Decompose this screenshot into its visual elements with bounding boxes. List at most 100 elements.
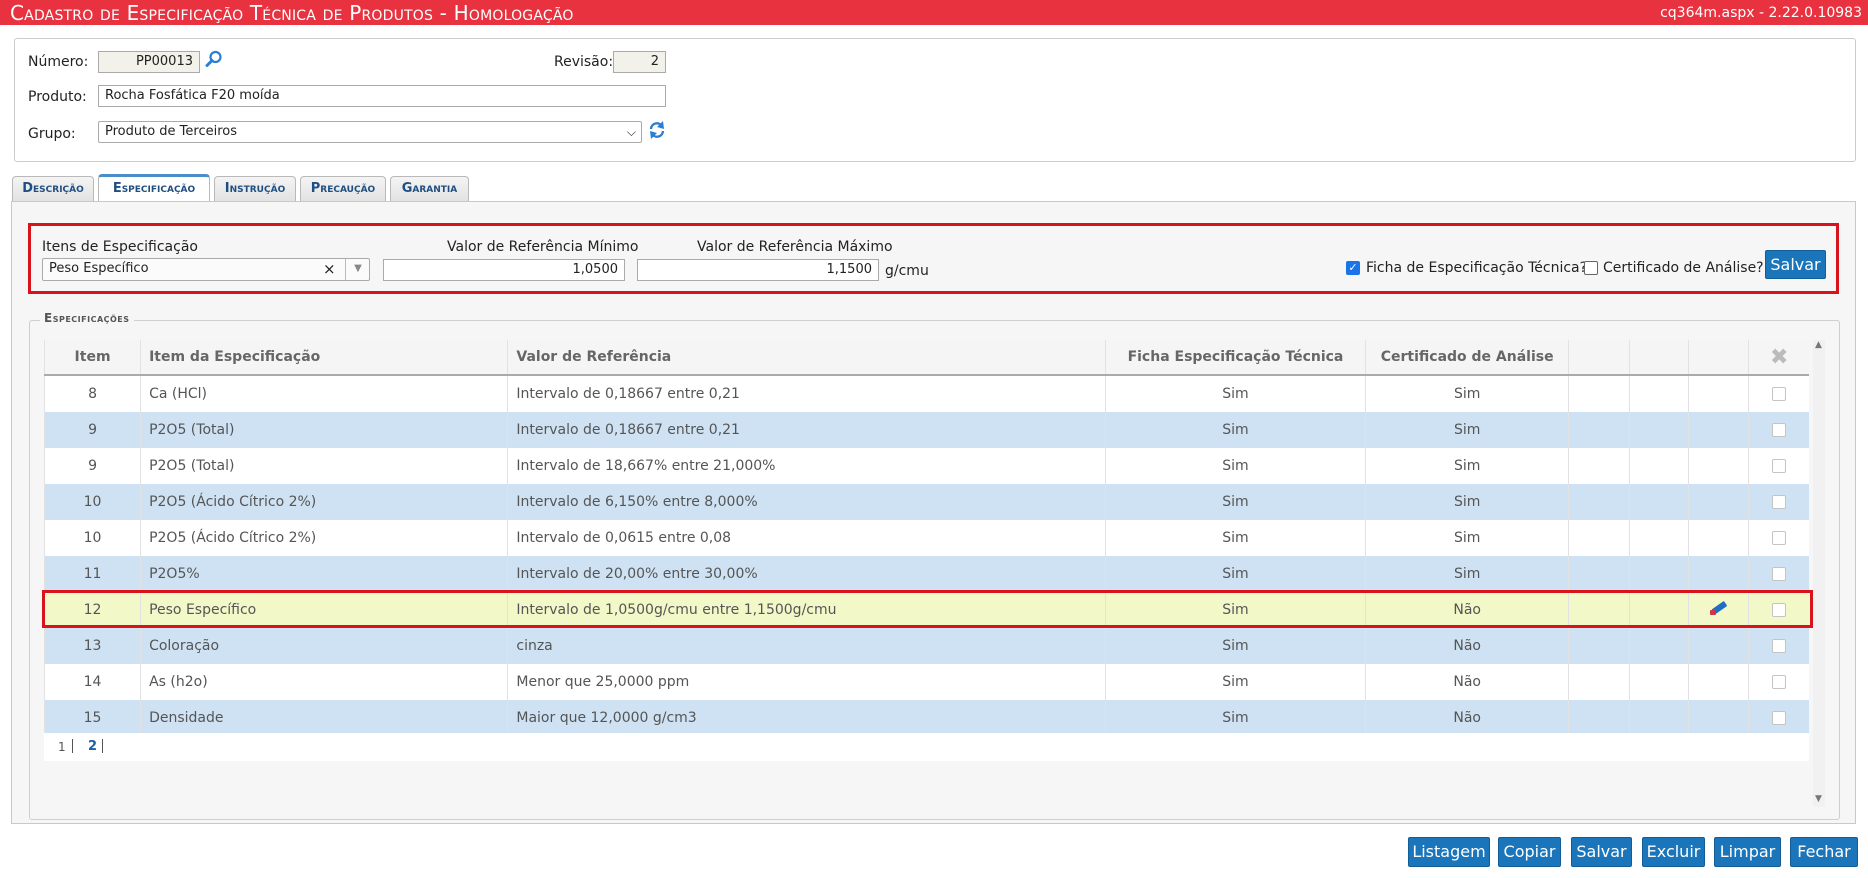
cell-item: 11 [43,556,141,592]
cell-valor-referencia: Intervalo de 6,150% entre 8,000% [507,484,1106,520]
tab-instrucao[interactable]: Instrução [214,176,296,201]
cell-select [1748,412,1809,448]
row-checkbox[interactable] [1772,639,1787,653]
cell-valor-referencia: Intervalo de 0,0615 entre 0,08 [507,520,1106,556]
copiar-button[interactable]: Copiar [1498,837,1561,867]
table-row[interactable]: 15 Densidade Maior que 12,0000 g/cm3 Sim Não [43,700,1809,736]
cell-valor-referencia: Intervalo de 1,0500g/cmu entre 1,1500g/c… [507,592,1106,628]
row-checkbox[interactable] [1772,603,1787,617]
cell-certificado: Não [1365,592,1569,628]
chevron-down-icon: ⌵ [626,125,636,139]
cell-item-especificacao: Ca (HCl) [140,375,508,412]
col-item-especificacao[interactable]: Item da Especificação [140,340,508,376]
ficha-checkbox[interactable]: ✓ [1346,261,1360,275]
scroll-down-icon[interactable]: ▼ [1815,794,1822,804]
cell-ficha: Sim [1104,448,1366,484]
revisao-field[interactable]: 2 [613,51,666,73]
cell-item: 14 [43,664,141,700]
cell-edit [1688,556,1749,592]
numero-label: Número: [28,54,89,70]
table-row[interactable]: 10 P2O5 (Ácido Cítrico 2%) Intervalo de 6,… [43,484,1809,520]
cell-ficha: Sim [1104,592,1366,628]
cell-item: 10 [43,484,141,520]
scroll-up-icon[interactable]: ▲ [1815,340,1822,350]
produto-field[interactable]: Rocha Fosfática F20 moída [98,85,666,107]
page-2-link[interactable]: 2 [88,739,97,754]
cell-item-especificacao: P2O5 (Ácido Cítrico 2%) [140,484,508,520]
table-row[interactable]: 10 P2O5 (Ácido Cítrico 2%) Intervalo de 0,… [43,520,1809,556]
listagem-button[interactable]: Listagem [1408,837,1490,867]
search-icon[interactable] [205,50,223,72]
cell-valor-referencia: Menor que 25,0000 ppm [507,664,1106,700]
cell-item-especificacao: P2O5% [140,556,508,592]
scrollbar[interactable]: ▲ ▼ [1813,340,1825,807]
salvar-item-button[interactable]: Salvar [1765,250,1826,279]
cell-certificado: Sim [1365,375,1569,412]
cell-empty [1568,628,1630,664]
cell-certificado: Não [1365,628,1569,664]
max-value-field[interactable]: 1,1500 [637,259,879,281]
itens-combobox-value: Peso Específico [49,261,149,276]
dropdown-arrow-icon[interactable]: ▼ [345,259,369,280]
cell-certificado: Não [1365,700,1569,736]
cell-ficha: Sim [1104,664,1366,700]
col-item[interactable]: Item [43,340,141,376]
cell-select [1748,520,1809,556]
row-checkbox[interactable] [1772,495,1787,509]
table-row-selected[interactable]: 12 Peso Específico Intervalo de 1,0500g/cm… [43,592,1809,628]
cell-valor-referencia: Intervalo de 0,18667 entre 0,21 [507,375,1106,412]
cell-empty [1629,556,1689,592]
cell-empty [1629,664,1689,700]
col-certificado[interactable]: Certificado de Análise [1365,340,1569,376]
excluir-button[interactable]: Excluir [1642,837,1705,867]
cell-empty [1568,412,1630,448]
row-checkbox[interactable] [1772,711,1787,725]
min-value-field[interactable]: 1,0500 [383,259,625,281]
row-checkbox[interactable] [1772,459,1787,473]
cell-select [1748,664,1809,700]
clear-icon[interactable]: × [323,259,336,279]
table-row[interactable]: 9 P2O5 (Total) Intervalo de 0,18667 entre … [43,412,1809,448]
col-empty-1 [1568,340,1630,376]
table-row[interactable]: 11 P2O5% Intervalo de 20,00% entre 30,00% S… [43,556,1809,592]
cell-item-especificacao: Coloração [140,628,508,664]
cert-checkbox[interactable] [1584,261,1598,275]
version-label: cq364m.aspx - 2.22.0.10983 [1660,5,1862,21]
itens-combobox[interactable]: Peso Específico × ▼ [42,258,370,281]
fechar-button[interactable]: Fechar [1790,837,1858,867]
tab-garantia[interactable]: Garantia [390,176,469,201]
tab-descricao[interactable]: Descrição [12,176,94,201]
col-valor-referencia[interactable]: Valor de Referência [507,340,1106,376]
cell-empty [1568,700,1630,736]
table-row[interactable]: 13 Coloração cinza Sim Não [43,628,1809,664]
row-checkbox[interactable] [1772,567,1787,581]
numero-field[interactable]: PP00013 [98,51,200,73]
specs-table: Item Item da Especificação Valor de Refe… [43,340,1809,736]
row-checkbox[interactable] [1772,675,1787,689]
table-row[interactable]: 8 Ca (HCl) Intervalo de 0,18667 entre 0,21… [43,375,1809,412]
tab-especificacao[interactable]: Especificação [98,174,210,201]
page-1-link[interactable]: 1 [58,740,66,754]
cell-ficha: Sim [1104,484,1366,520]
cell-empty [1629,700,1689,736]
row-checkbox[interactable] [1772,387,1787,401]
table-row[interactable]: 9 P2O5 (Total) Intervalo de 18,667% entre … [43,448,1809,484]
cell-empty [1629,448,1689,484]
cell-select [1748,448,1809,484]
table-row[interactable]: 14 As (h2o) Menor que 25,0000 ppm Sim Não [43,664,1809,700]
cell-valor-referencia: cinza [507,628,1106,664]
col-ficha[interactable]: Ficha Especificação Técnica [1104,340,1366,376]
cell-item: 13 [43,628,141,664]
produto-label: Produto: [28,89,87,105]
row-checkbox[interactable] [1772,423,1787,437]
cell-select [1748,375,1809,412]
refresh-icon[interactable] [648,120,666,144]
delete-all-icon[interactable]: ✖ [1748,340,1809,376]
limpar-button[interactable]: Limpar [1714,837,1781,867]
edit-icon[interactable] [1709,601,1729,621]
salvar-button[interactable]: Salvar [1571,837,1632,867]
grupo-select[interactable]: Produto de Terceiros ⌵ [98,121,642,143]
tab-precaucao[interactable]: Precaução [300,176,386,201]
title-bar: Cadastro de Especificação Técnica de Pro… [0,0,1868,25]
row-checkbox[interactable] [1772,531,1787,545]
